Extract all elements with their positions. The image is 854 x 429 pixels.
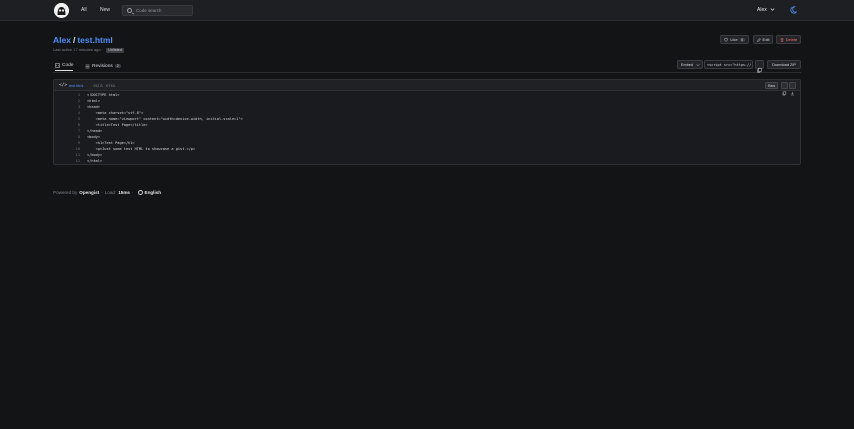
tab-code-label: Code	[62, 63, 74, 68]
tab-code[interactable]: Code	[55, 61, 74, 71]
download-zip-button[interactable]: Download ZIP	[767, 60, 801, 69]
footer-separator: ·	[131, 190, 134, 195]
pencil-icon	[756, 37, 761, 42]
line-source: </html>	[87, 159, 103, 163]
visibility-badge: Unlisted	[106, 47, 124, 53]
tab-revisions[interactable]: Revisions 2	[85, 61, 121, 71]
opengist-link[interactable]: Opengist	[79, 190, 99, 195]
copy-file-button[interactable]	[781, 82, 788, 96]
file-name-link[interactable]: test.html	[69, 84, 83, 88]
embed-snippet-input[interactable]: <script src="https://	[704, 60, 753, 69]
list-icon	[85, 64, 90, 68]
file-header: </> test.html · 292 B · HTML Raw	[54, 80, 800, 96]
user-menu[interactable]: Alex	[757, 7, 767, 13]
nav-new-link[interactable]: New	[100, 7, 110, 13]
gist-name-link[interactable]: test.html	[77, 35, 112, 45]
gist-owner-link[interactable]: Alex	[53, 35, 71, 45]
moon-icon[interactable]	[790, 6, 797, 14]
chevron-down-icon	[696, 63, 700, 66]
edit-button[interactable]: Edit	[753, 35, 773, 44]
revisions-count: 2	[114, 64, 121, 68]
embed-select-label: Embed	[681, 62, 694, 67]
delete-label: Delete	[785, 37, 798, 42]
nav-all-link[interactable]: All	[81, 7, 87, 13]
code-icon	[55, 63, 60, 68]
footer: Powered by Opengist · Load: 15ms · Engli…	[53, 190, 161, 195]
search-icon	[127, 8, 132, 13]
like-count: 0	[739, 37, 745, 42]
heart-icon	[724, 37, 729, 42]
like-button[interactable]: Like 0	[720, 35, 749, 44]
opengist-logo-icon[interactable]	[54, 3, 69, 18]
line-number: 12	[75, 159, 80, 163]
trash-icon	[780, 37, 784, 42]
code-body: 1 <!DOCTYPE html> 2 <html> 3 <head> 4 <meta ch…	[54, 92, 800, 164]
load-value: 15ms	[118, 190, 130, 195]
language-selector[interactable]: English	[145, 190, 162, 195]
search-placeholder: Code search	[136, 8, 162, 13]
footer-separator: ·	[101, 190, 103, 195]
last-active-text: Last active 17 minutes ago	[53, 47, 101, 52]
download-file-button[interactable]	[789, 82, 796, 96]
file-meta: · 292 B · HTML	[91, 83, 116, 88]
like-label: Like	[730, 37, 738, 42]
tab-revisions-label: Revisions	[92, 63, 113, 69]
code-file-icon: </>	[59, 83, 68, 88]
top-navbar: All New Code search Alex	[0, 0, 854, 21]
copy-embed-button[interactable]	[755, 60, 764, 73]
file-panel: </> test.html · 292 B · HTML Raw 1 <!DOCT…	[53, 79, 801, 165]
code-line: 12 </html>	[54, 158, 800, 164]
copy-icon	[757, 67, 762, 73]
gist-subtitle: Last active 17 minutes ago · Unlisted	[53, 47, 124, 53]
page-title: Alex / test.html	[53, 35, 113, 45]
load-label: Load:	[104, 190, 117, 195]
embed-select[interactable]: Embed	[677, 60, 703, 69]
chevron-down-icon[interactable]	[770, 7, 775, 12]
edit-label: Edit	[762, 37, 770, 42]
powered-by-text: Powered by	[53, 190, 78, 195]
search-input[interactable]: Code search	[122, 5, 193, 16]
raw-button[interactable]: Raw	[765, 82, 778, 89]
delete-button[interactable]: Delete	[776, 35, 801, 44]
title-separator: /	[72, 35, 76, 45]
globe-icon	[137, 190, 143, 195]
